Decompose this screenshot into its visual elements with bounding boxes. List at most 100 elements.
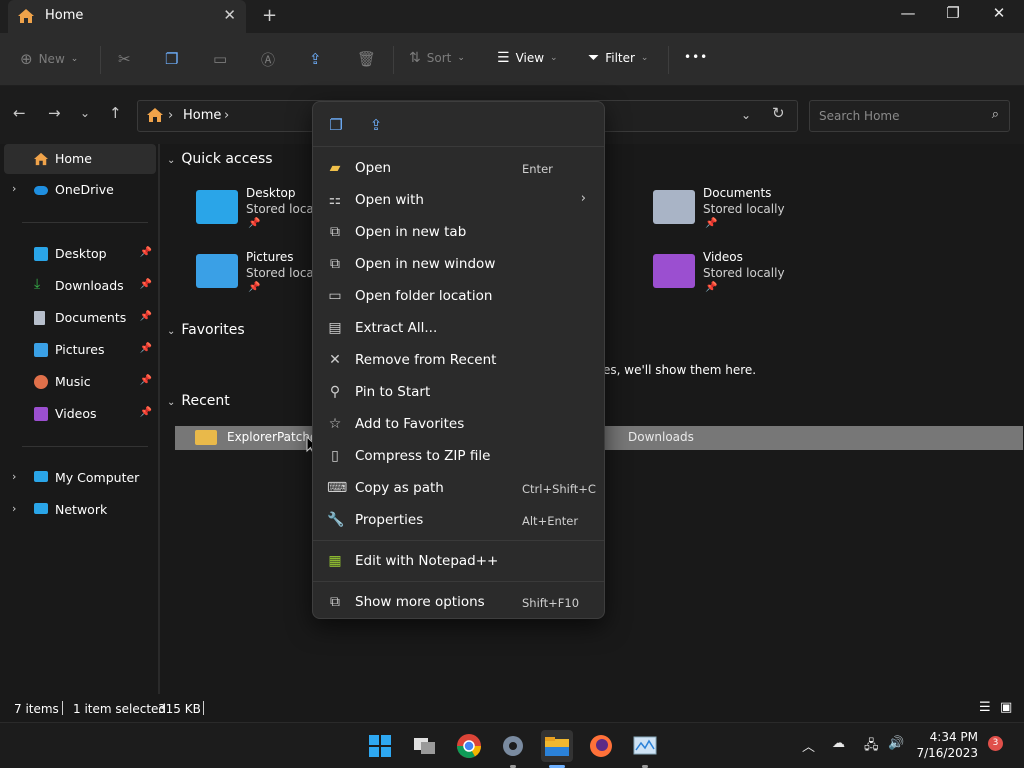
properties-icon: 🔧: [327, 512, 345, 528]
pin-icon[interactable]: 📌: [140, 407, 152, 418]
maximize-button[interactable]: ❐: [938, 4, 968, 26]
taskbar-chrome[interactable]: [453, 730, 485, 762]
arrow-up-icon: ↑: [109, 104, 122, 122]
taskbar-file-explorer[interactable]: [541, 730, 573, 768]
delete-button[interactable]: 🗑: [357, 50, 376, 68]
menu-item-extract-all[interactable]: ▤ Extract All...: [317, 313, 602, 343]
refresh-button[interactable]: ↻: [772, 104, 785, 122]
address-dropdown-icon[interactable]: ⌄: [741, 108, 751, 122]
tab-close-icon[interactable]: ✕: [223, 6, 236, 24]
cut-button[interactable]: ✂: [118, 50, 131, 68]
toolbar-divider: [100, 46, 101, 74]
clock[interactable]: 4:34 PM 7/16/2023: [916, 729, 978, 761]
taskbar: ︿ ☁ 🖧 🔊 4:34 PM 7/16/2023: [0, 722, 1024, 768]
pin-icon[interactable]: 📌: [140, 343, 152, 354]
recent-header[interactable]: ⌄ Recent: [167, 393, 230, 409]
trash-icon: 🗑: [357, 50, 377, 68]
filter-button[interactable]: ⏷ Filter ⌄: [588, 50, 648, 66]
new-button[interactable]: ⊕ New ⌄: [20, 50, 78, 68]
sidebar-item-videos[interactable]: Videos 📌: [4, 399, 156, 429]
chevron-right-icon[interactable]: ›: [12, 182, 16, 195]
item-status: Stored locall: [246, 266, 321, 280]
close-button[interactable]: ✕: [984, 4, 1014, 26]
sidebar-item-home[interactable]: Home: [4, 144, 156, 174]
minimize-button[interactable]: —: [893, 4, 923, 26]
onedrive-tray-icon[interactable]: ☁: [832, 736, 845, 751]
sidebar-item-desktop[interactable]: Desktop 📌: [4, 239, 156, 269]
sidebar-item-pictures[interactable]: Pictures 📌: [4, 335, 156, 365]
cloud-icon: [34, 186, 48, 195]
up-button[interactable]: ↑: [109, 104, 122, 122]
pin-icon[interactable]: 📌: [140, 375, 152, 386]
sidebar-item-my-computer[interactable]: › My Computer: [4, 463, 156, 493]
menu-item-open-with[interactable]: ⚏ Open with ›: [317, 185, 602, 215]
view-button[interactable]: ☰ View ⌄: [497, 50, 558, 66]
rename-button[interactable]: Ⓐ: [261, 50, 275, 70]
pin-icon[interactable]: 📌: [140, 311, 152, 322]
pin-icon: ⚲: [329, 384, 341, 400]
pin-icon: 📌: [248, 282, 261, 293]
copy-button[interactable]: ❐: [165, 50, 178, 68]
sidebar-item-documents[interactable]: Documents 📌: [4, 303, 156, 333]
menu-item-properties[interactable]: 🔧 Properties Alt+Enter: [317, 505, 602, 535]
quick-access-item[interactable]: Documents Stored locally 📌: [653, 184, 833, 238]
home-icon: [34, 152, 48, 166]
status-bar: 7 items 1 item selected 315 KB ☰ ▣: [0, 694, 1024, 722]
menu-item-copy-as-path[interactable]: ⌨ Copy as path Ctrl+Shift+C: [317, 473, 602, 503]
paste-button[interactable]: ▭: [213, 50, 227, 68]
show-hidden-icons-button[interactable]: ︿: [802, 736, 815, 755]
chevron-right-icon[interactable]: ›: [12, 470, 16, 483]
task-view-icon: [414, 738, 435, 754]
new-tab-button[interactable]: +: [262, 5, 282, 26]
volume-icon[interactable]: 🔊: [888, 736, 904, 751]
open-with-icon: ⚏: [328, 192, 342, 208]
chevron-right-icon[interactable]: ›: [12, 502, 16, 515]
chevron-down-icon: ⌄: [167, 326, 176, 337]
sidebar-item-music[interactable]: Music 📌: [4, 367, 156, 397]
title-bar: Home ✕ + — ❐ ✕: [0, 0, 1024, 33]
back-button[interactable]: ←: [13, 104, 26, 122]
sidebar-item-network[interactable]: › Network: [4, 495, 156, 525]
quick-access-header[interactable]: ⌄ Quick access: [167, 151, 273, 167]
menu-item-show-more-options[interactable]: ⧉ Show more options Shift+F10: [317, 587, 602, 617]
more-options-button[interactable]: •••: [684, 50, 708, 64]
favorites-header[interactable]: ⌄ Favorites: [167, 322, 245, 338]
task-view-button[interactable]: [409, 730, 441, 762]
sidebar-item-downloads[interactable]: ⤓ Downloads 📌: [4, 271, 156, 301]
sort-button[interactable]: ⇅ Sort ⌄: [409, 50, 465, 66]
share-icon[interactable]: ⇪: [367, 116, 385, 134]
details-view-icon[interactable]: ☰: [979, 700, 991, 715]
section-title: Recent: [181, 393, 230, 409]
taskbar-monitor-app[interactable]: [629, 730, 661, 768]
network-tray-icon[interactable]: 🖧: [864, 736, 879, 758]
start-button[interactable]: [364, 730, 396, 762]
taskbar-firefox[interactable]: [585, 730, 617, 762]
share-button[interactable]: ⇪: [309, 50, 322, 68]
menu-item-edit-notepadpp[interactable]: ▦ Edit with Notepad++: [317, 546, 602, 576]
forward-button[interactable]: →: [48, 104, 61, 122]
tab-home[interactable]: Home ✕: [8, 0, 246, 33]
menu-item-pin-to-start[interactable]: ⚲ Pin to Start: [317, 377, 602, 407]
menu-item-open-folder-location[interactable]: ▭ Open folder location: [317, 281, 602, 311]
pin-icon[interactable]: 📌: [140, 247, 152, 258]
copy-icon[interactable]: ❐: [327, 116, 345, 134]
breadcrumb-home[interactable]: Home: [183, 108, 221, 123]
pin-icon[interactable]: 📌: [140, 279, 152, 290]
menu-item-open-new-tab[interactable]: ⧉ Open in new tab: [317, 217, 602, 247]
breadcrumb-separator-icon[interactable]: ›: [224, 108, 229, 123]
menu-item-compress-zip[interactable]: ▯ Compress to ZIP file: [317, 441, 602, 471]
search-box[interactable]: Search Home ⌕: [809, 100, 1010, 132]
pane-divider[interactable]: [158, 144, 160, 694]
menu-item-open[interactable]: ▰ Open Enter: [317, 153, 602, 183]
sidebar-item-onedrive[interactable]: › OneDrive: [4, 175, 156, 205]
taskbar-settings[interactable]: [497, 730, 529, 768]
chevron-down-icon: ⌄: [70, 54, 79, 64]
search-input[interactable]: Search Home: [819, 109, 899, 123]
menu-item-add-to-favorites[interactable]: ☆ Add to Favorites: [317, 409, 602, 439]
menu-item-open-new-window[interactable]: ⧉ Open in new window: [317, 249, 602, 279]
quick-access-item[interactable]: Videos Stored locally 📌: [653, 248, 833, 302]
notification-badge[interactable]: 3: [988, 736, 1003, 751]
tiles-view-icon[interactable]: ▣: [1000, 700, 1012, 715]
recent-locations-button[interactable]: ⌄: [80, 106, 90, 120]
menu-item-remove-from-recent[interactable]: ✕ Remove from Recent: [317, 345, 602, 375]
